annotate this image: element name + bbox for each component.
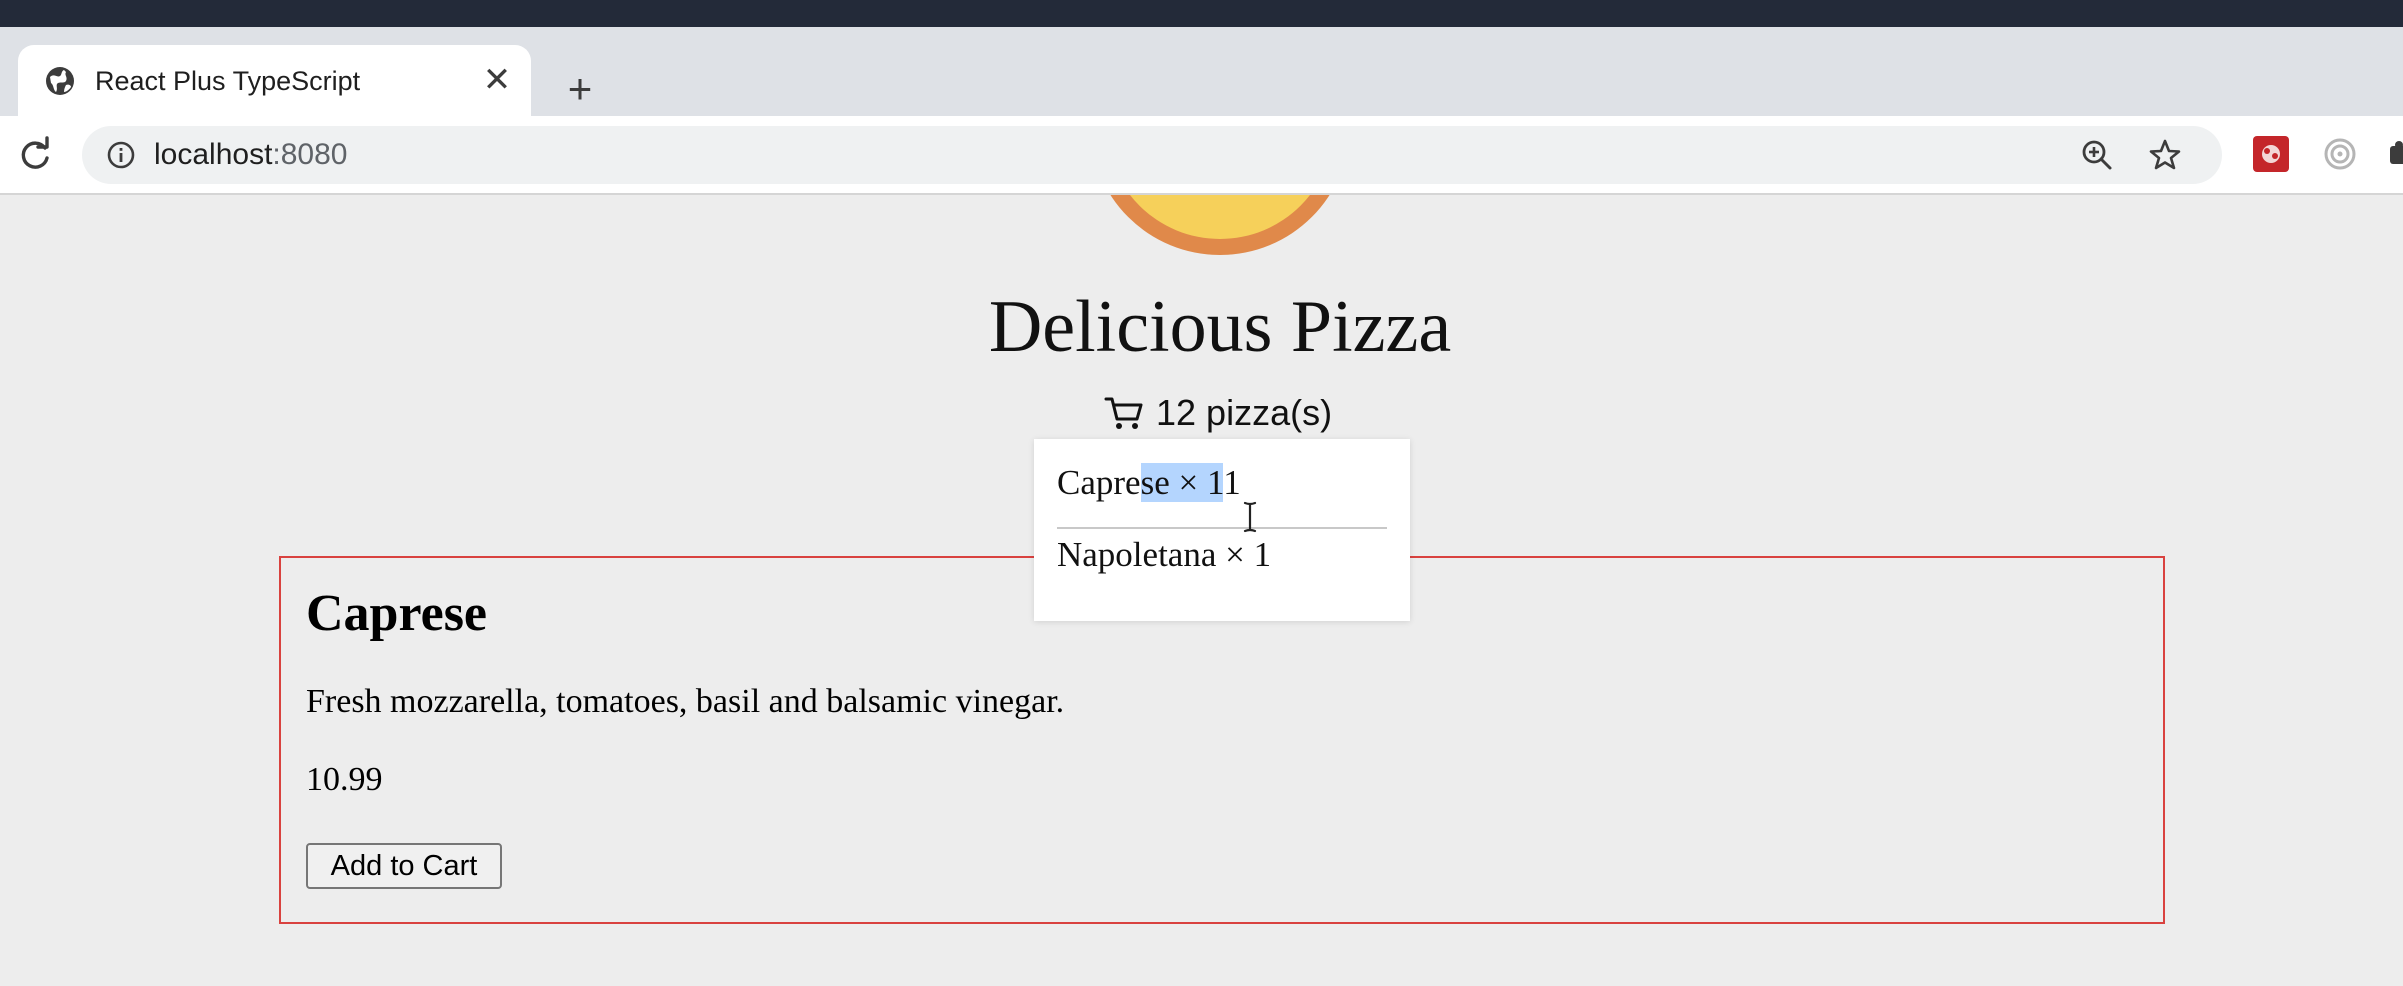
cart-item-text: Capre: [1057, 463, 1141, 502]
text-selection: se × 1: [1140, 463, 1224, 502]
cart-icon: [1104, 397, 1143, 429]
globe-icon: [46, 67, 74, 95]
cart-item: Napoletana × 1: [1057, 535, 1272, 574]
extension-glyph-icon: [2262, 145, 2280, 163]
extension-icon[interactable]: [2253, 136, 2289, 172]
cart-count: 12 pizza(s): [1156, 392, 1333, 433]
zoom-icon[interactable]: [2080, 138, 2114, 172]
cart-item: Caprese × 11: [1057, 459, 1387, 529]
page-title: Delicious Pizza: [988, 286, 1452, 368]
pizza-logo-icon: [1110, 195, 1330, 255]
info-icon[interactable]: [106, 140, 136, 170]
window-top-strip: [0, 0, 2403, 27]
url-port: :8080: [272, 138, 348, 171]
tab-close-icon[interactable]: ✕: [480, 63, 514, 97]
extension-target-icon[interactable]: [2322, 136, 2358, 172]
pizza-price: 10.99: [306, 761, 383, 798]
page-content: Delicious Pizza 12 pizza(s) Caprese × 11…: [0, 195, 2403, 986]
pizza-name: Caprese: [306, 585, 488, 642]
new-tab-button[interactable]: +: [560, 68, 600, 110]
tab-title: React Plus TypeScript: [95, 66, 361, 96]
bookmark-star-icon[interactable]: [2148, 138, 2182, 172]
url-text[interactable]: localhost:8080: [154, 135, 347, 175]
browser-toolbar: localhost:8080: [0, 116, 2403, 195]
url-host: localhost: [154, 138, 273, 171]
extensions-puzzle-icon[interactable]: [2388, 138, 2403, 172]
address-bar[interactable]: localhost:8080: [82, 126, 2222, 184]
reload-icon[interactable]: [16, 136, 54, 174]
tab-bar: React Plus TypeScript ✕ +: [0, 27, 2403, 116]
browser-tab[interactable]: React Plus TypeScript ✕: [18, 45, 531, 116]
cart-item-text: 1: [1223, 463, 1241, 502]
pizza-description: Fresh mozzarella, tomatoes, basil and ba…: [306, 683, 1065, 720]
add-to-cart-button[interactable]: Add to Cart: [306, 843, 502, 889]
cart-dropdown: Caprese × 11 Napoletana × 1: [1034, 439, 1410, 621]
